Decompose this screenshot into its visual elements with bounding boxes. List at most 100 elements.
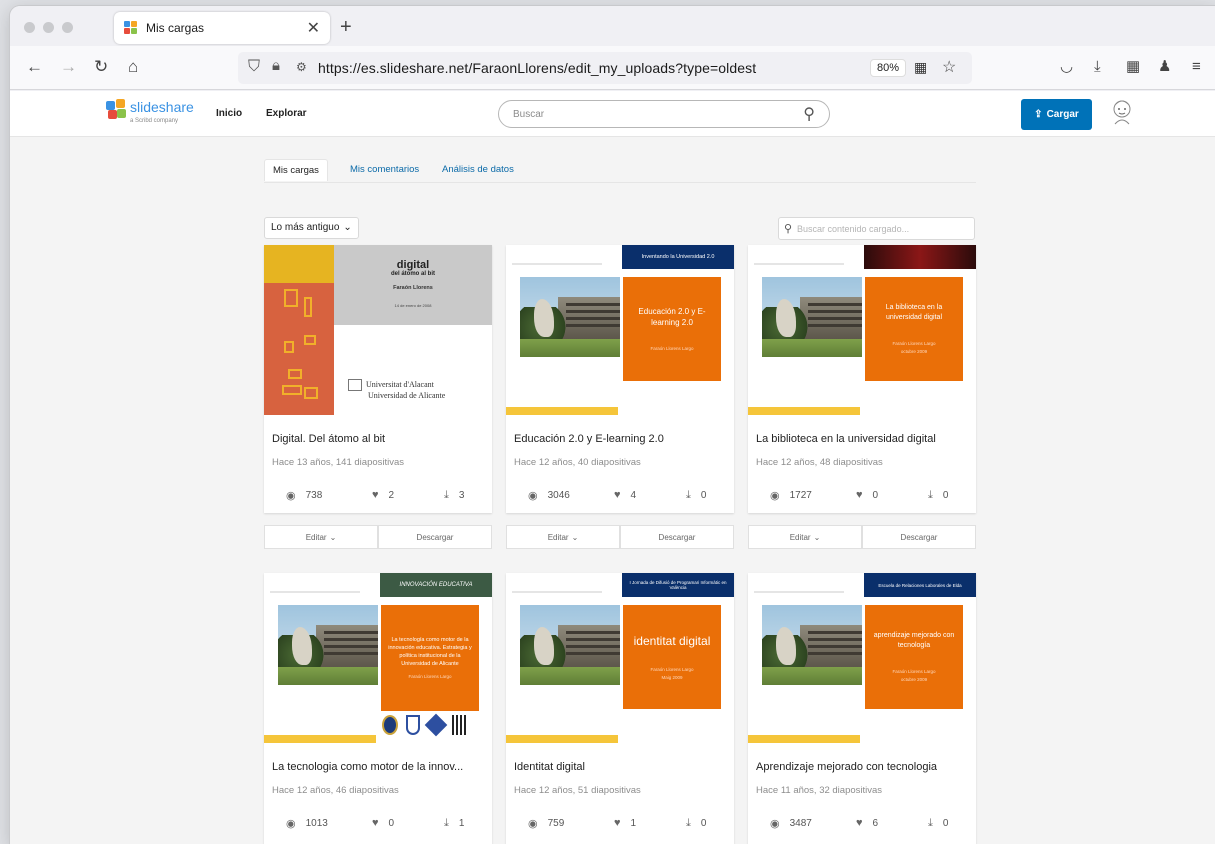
ua-header-logo — [754, 251, 850, 271]
download-button[interactable]: Descargar — [862, 525, 976, 549]
maximize-window-button[interactable] — [62, 22, 73, 33]
search-icon[interactable]: ⚲ — [803, 104, 815, 124]
nav-explorar[interactable]: Explorar — [266, 108, 307, 119]
reload-icon[interactable]: ↻ — [94, 57, 108, 77]
search-input[interactable]: Buscar ⚲ — [498, 100, 830, 128]
pocket-icon[interactable]: ◡ — [1060, 57, 1073, 77]
views-eye-icon: ◉ — [286, 490, 296, 502]
card-title[interactable]: La biblioteca en la universidad digital — [756, 433, 970, 445]
views-count: 3046 — [547, 490, 570, 501]
profile-icon[interactable]: ♟ — [1158, 57, 1171, 77]
uploads-search-input[interactable]: ⚲ Buscar contenido cargado... — [778, 217, 975, 240]
campus-photo — [520, 277, 620, 357]
browser-tab[interactable]: Mis cargas ✕ — [114, 12, 330, 44]
card-stats: ◉ 738 ♥ 2 ⤓ 3 — [264, 483, 492, 507]
views-count: 759 — [547, 818, 565, 829]
heart-icon: ♥ — [856, 817, 863, 829]
upload-label: Cargar — [1046, 109, 1079, 120]
download-icon: ⤓ — [686, 817, 691, 829]
sort-selected: Lo más antiguo — [271, 222, 340, 233]
upload-card[interactable]: Escuela de Relaciones Laborales de Elda … — [748, 573, 976, 844]
zoom-level[interactable]: 80% — [870, 59, 907, 77]
slideshare-logo[interactable]: slideshare a Scribd company — [106, 99, 194, 124]
likes-count: 6 — [872, 817, 879, 829]
downloads-icon[interactable]: ⤓ — [1094, 57, 1101, 77]
tab-analisis-de-datos[interactable]: Análisis de datos — [434, 159, 522, 180]
ua-header-logo — [754, 579, 850, 599]
upload-card[interactable]: INNOVACIÓN EDUCATIVA La tecnología como … — [264, 573, 492, 844]
forward-icon[interactable]: → — [60, 57, 77, 77]
slide-thumbnail[interactable]: I Jornada de Difusió de Programari Infor… — [506, 573, 734, 743]
edit-button[interactable]: Editar ⌄ — [506, 525, 620, 549]
card-meta: Hace 12 años, 48 diapositivas — [756, 457, 883, 468]
card-title[interactable]: Educación 2.0 y E-learning 2.0 — [514, 433, 728, 445]
chevron-down-icon: ⌄ — [813, 532, 821, 542]
card-actions: Editar ⌄ Descargar — [264, 525, 492, 549]
window-controls — [24, 22, 73, 33]
views-eye-icon: ◉ — [286, 818, 296, 830]
card-title[interactable]: Digital. Del átomo al bit — [272, 433, 486, 445]
views-count: 738 — [305, 490, 323, 501]
permissions-icon[interactable]: ⚙ — [296, 60, 307, 74]
card-meta: Hace 13 años, 141 diapositivas — [272, 457, 405, 468]
upload-card[interactable]: digital del átomo al bit Faraón Llorens … — [264, 245, 492, 513]
upload-card[interactable]: I Jornada de Difusió de Programari Infor… — [506, 573, 734, 844]
ua-header-logo — [512, 251, 608, 271]
card-stats: ◉ 1727 ♥ 0 ⤓ 0 — [748, 483, 976, 507]
logo-wordmark: slideshare — [130, 99, 194, 115]
minimize-window-button[interactable] — [43, 22, 54, 33]
card-meta: Hace 12 años, 51 diapositivas — [514, 785, 641, 796]
card-stats: ◉ 3046 ♥ 4 ⤓ 0 — [506, 483, 734, 507]
tab-mis-cargas[interactable]: Mis cargas — [264, 159, 328, 181]
user-avatar[interactable] — [1110, 98, 1134, 126]
tracking-shield-icon[interactable]: ⛉ — [248, 58, 260, 76]
close-window-button[interactable] — [24, 22, 35, 33]
card-meta: Hace 11 años, 32 diapositivas — [756, 785, 883, 796]
menu-icon[interactable]: ≡ — [1192, 57, 1201, 77]
url-bar[interactable]: ⛉ 🔒︎ ⚙ https://es.slideshare.net/FaraonL… — [238, 52, 972, 84]
page-content: slideshare a Scribd company Inicio Explo… — [10, 91, 1215, 844]
upload-card[interactable]: La biblioteca en la universidad digital … — [748, 245, 976, 513]
home-icon[interactable]: ⌂ — [128, 57, 138, 77]
upload-card[interactable]: Inventando la Universidad 2.0 Educación … — [506, 245, 734, 513]
slide-thumbnail[interactable]: digital del átomo al bit Faraón Llorens … — [264, 245, 492, 415]
card-title[interactable]: La tecnologia como motor de la innov... — [272, 761, 486, 773]
close-tab-icon[interactable]: ✕ — [307, 18, 320, 38]
card-meta: Hace 12 años, 46 diapositivas — [272, 785, 399, 796]
tab-bar: Mis cargas ✕ + — [10, 6, 1215, 46]
back-icon[interactable]: ← — [26, 57, 43, 77]
heart-icon: ♥ — [372, 489, 379, 501]
tab-mis-comentarios[interactable]: Mis comentarios — [342, 159, 427, 180]
views-count: 1013 — [305, 818, 328, 829]
slide-thumbnail[interactable]: INNOVACIÓN EDUCATIVA La tecnología como … — [264, 573, 492, 743]
campus-photo — [520, 605, 620, 685]
upload-button[interactable]: ⇪ Cargar — [1021, 99, 1092, 130]
lock-icon[interactable]: 🔒︎ — [272, 57, 280, 74]
account-tabs: Mis cargas Mis comentarios Análisis de d… — [264, 159, 976, 183]
logo-subtitle: a Scribd company — [130, 118, 179, 124]
url-text[interactable]: https://es.slideshare.net/FaraonLlorens/… — [318, 60, 756, 76]
likes-count: 2 — [388, 489, 395, 501]
nav-inicio[interactable]: Inicio — [216, 108, 242, 119]
sort-dropdown[interactable]: Lo más antiguo ⌄ — [264, 217, 359, 239]
bookmark-star-icon[interactable]: ☆ — [942, 57, 956, 77]
qr-code-icon[interactable]: ▦ — [914, 59, 927, 76]
views-count: 1727 — [789, 490, 812, 501]
extensions-icon[interactable]: ▦ — [1126, 57, 1140, 77]
slide-thumbnail[interactable]: La biblioteca en la universidad digital … — [748, 245, 976, 415]
search-icon: ⚲ — [784, 223, 793, 235]
slide-thumbnail[interactable]: Inventando la Universidad 2.0 Educación … — [506, 245, 734, 415]
edit-button[interactable]: Editar ⌄ — [264, 525, 378, 549]
card-title[interactable]: Aprendizaje mejorado con tecnologia — [756, 761, 970, 773]
slide-thumbnail[interactable]: Escuela de Relaciones Laborales de Elda … — [748, 573, 976, 743]
edit-button[interactable]: Editar ⌄ — [748, 525, 862, 549]
nav-bar: ← → ↻ ⌂ ⛉ 🔒︎ ⚙ https://es.slideshare.net… — [10, 46, 1215, 90]
download-button[interactable]: Descargar — [620, 525, 734, 549]
card-title[interactable]: Identitat digital — [514, 761, 728, 773]
card-stats: ◉ 1013 ♥ 0 ⤓ 1 — [264, 811, 492, 835]
campus-photo — [762, 277, 862, 357]
ua-header-logo — [512, 579, 608, 599]
card-stats: ◉ 3487 ♥ 6 ⤓ 0 — [748, 811, 976, 835]
new-tab-icon[interactable]: + — [340, 16, 352, 39]
download-button[interactable]: Descargar — [378, 525, 492, 549]
